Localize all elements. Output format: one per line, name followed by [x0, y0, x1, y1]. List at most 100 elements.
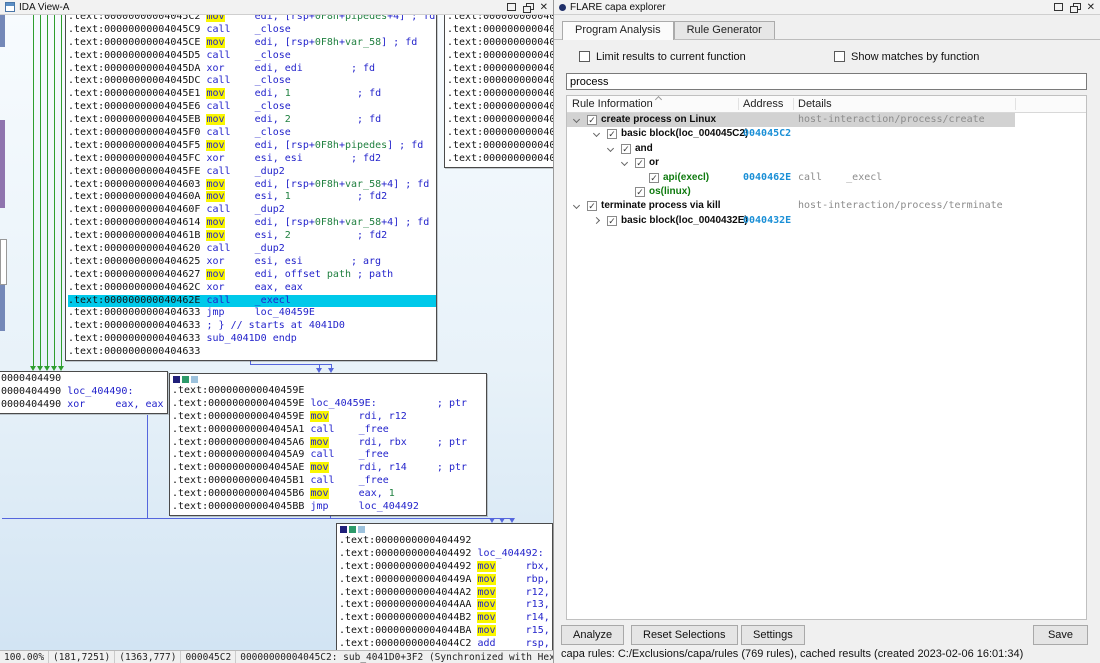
disasm-line: .text:0000000000404614 mov edi, [rsp+0F8…: [68, 217, 436, 230]
chevron-down-icon[interactable]: [573, 202, 580, 209]
analyze-button[interactable]: Analyze: [561, 625, 624, 645]
disasm-line: .text:00000000004045AE mov rdi, r14 ; pt…: [172, 462, 486, 475]
disasm-line: .text:000000000040: [447, 88, 553, 101]
basic-block-right-clipped[interactable]: .text:000000000040.text:000000000040.tex…: [444, 15, 553, 168]
disasm-line: .text:00000000004045A9 call _free: [172, 449, 486, 462]
disasm-line: .text:0000000000404492 loc_404492:: [339, 548, 552, 561]
row-checkbox-checked[interactable]: ✓: [607, 129, 617, 139]
disasm-line: .text:000000000040: [447, 153, 553, 166]
show-matches-checkbox[interactable]: [834, 51, 845, 62]
disasm-line: .text:00000000004045A1 call _free: [172, 424, 486, 437]
tree-row[interactable]: ✓basic block(loc_0040432E)0040432E: [567, 214, 1086, 228]
disasm-line: .text:00000000004044A2 mov r12,: [339, 587, 552, 600]
column-rule-information[interactable]: Rule Information: [572, 98, 653, 110]
disasm-line: .text:000000000040459E: [172, 385, 486, 398]
disasm-line: .text:0000000000404625 xor esi, esi ; ar…: [68, 256, 436, 269]
disasm-line: .text:00000000004045C9 call _close: [68, 24, 436, 37]
rule-address[interactable]: 004045C2: [743, 128, 791, 139]
disasm-line: .text:000000000040: [447, 50, 553, 63]
rule-table-header: Rule Information Address Details: [567, 96, 1086, 113]
rule-label: os(linux): [649, 186, 691, 197]
limit-results-checkbox[interactable]: [579, 51, 590, 62]
tree-row[interactable]: ✓or: [567, 156, 1086, 170]
basic-block-4045C2[interactable]: .text:00000000004045C2 mov edi, [rsp+0F8…: [65, 15, 437, 361]
ida-title: IDA View-A: [19, 2, 69, 13]
sort-ascending-icon[interactable]: [655, 96, 662, 103]
row-checkbox-checked[interactable]: ✓: [635, 158, 645, 168]
close-icon[interactable]: ✕: [1087, 3, 1095, 12]
disasm-line: .text:00000000004044BA mov r15,: [339, 625, 552, 638]
search-input[interactable]: [566, 73, 1087, 90]
offscreen-edge-fragment: [0, 285, 5, 331]
column-details[interactable]: Details: [798, 98, 832, 110]
chevron-down-icon[interactable]: [621, 159, 628, 166]
close-icon[interactable]: ✕: [540, 3, 548, 12]
chevron-down-icon[interactable]: [593, 130, 600, 137]
tree-row[interactable]: ✓api(execl)0040462Ecall _execl: [567, 171, 1086, 185]
rule-address[interactable]: 0040462E: [743, 172, 791, 183]
row-checkbox-checked[interactable]: ✓: [621, 144, 631, 154]
tree-row[interactable]: ✓ os(linux): [567, 185, 1086, 199]
maximize-icon[interactable]: [507, 3, 516, 11]
disasm-line: .text:0000000000404620 call _dup2: [68, 243, 436, 256]
disasm-line: .text:000000000040449A mov rbp,: [339, 574, 552, 587]
row-checkbox-checked[interactable]: ✓: [607, 216, 617, 226]
graph-view[interactable]: .text:00000000004045C2 mov edi, [rsp+0F8…: [0, 15, 553, 650]
rule-details: call _execl: [798, 172, 882, 183]
disasm-line: .text:0000000000404633 jmp loc_40459E: [68, 307, 436, 320]
screen: IDA View-A ✕: [0, 0, 1100, 663]
chevron-down-icon[interactable]: [607, 145, 614, 152]
disasm-line: .text:00000000004045FE call _dup2: [68, 166, 436, 179]
control-flow-edge: [147, 415, 148, 518]
tree-row[interactable]: ✓ and: [567, 142, 1086, 156]
tab-rule-generator[interactable]: Rule Generator: [674, 21, 775, 39]
disasm-line-selected: .text:000000000040462E call _execl: [68, 295, 436, 308]
disasm-line: .text:000000000040: [447, 24, 553, 37]
disasm-line: .text:00000000004045CE mov edi, [rsp+0F8…: [68, 37, 436, 50]
disasm-line: .text:000000000040460F call _dup2: [68, 204, 436, 217]
float-window-icon[interactable]: [1070, 3, 1080, 12]
disasm-line: .text:0000000000404492: [339, 535, 552, 548]
offscreen-edge-fragment: [0, 15, 5, 47]
disasm-line: .text:00000000004045F5 mov edi, [rsp+0F8…: [68, 140, 436, 153]
rule-label: terminate process via kill: [601, 200, 721, 211]
basic-block-40459E[interactable]: .text:000000000040459E.text:000000000040…: [169, 373, 487, 516]
column-divider: [738, 98, 739, 110]
disasm-line: .text:0000000000404633: [68, 346, 436, 359]
rule-label: and: [635, 143, 653, 154]
status-segment: (1363,777): [115, 651, 181, 663]
disasm-line: .text:00000000004044AA mov r13,: [339, 599, 552, 612]
status-segment: 000045C2: [181, 651, 236, 663]
float-window-icon[interactable]: [523, 3, 533, 12]
control-flow-edge: [47, 15, 48, 366]
disasm-line: .text:000000000040459E loc_40459E: ; ptr: [172, 398, 486, 411]
block-header-icons: [172, 375, 486, 385]
row-checkbox-checked[interactable]: ✓: [635, 187, 645, 197]
row-checkbox-checked[interactable]: ✓: [649, 173, 659, 183]
tree-row[interactable]: ✓create process on Linuxhost-interaction…: [567, 113, 1086, 127]
disasm-line: .text:000000000040461B mov esi, 2 ; fd2: [68, 230, 436, 243]
offscreen-edge-fragment: [0, 120, 5, 208]
control-flow-edge: [33, 15, 34, 366]
ida-view-panel: IDA View-A ✕: [0, 0, 553, 663]
rule-address[interactable]: 0040432E: [743, 215, 791, 226]
column-address[interactable]: Address: [743, 98, 783, 110]
maximize-icon[interactable]: [1054, 3, 1063, 11]
tree-row[interactable]: ✓terminate process via killhost-interact…: [567, 199, 1086, 213]
row-checkbox-checked[interactable]: ✓: [587, 201, 597, 211]
limit-results-label: Limit results to current function: [596, 51, 746, 63]
capa-title: FLARE capa explorer: [570, 2, 666, 13]
disasm-line: .text:00000000004045E6 call _close: [68, 101, 436, 114]
chevron-right-icon[interactable]: [593, 217, 600, 224]
basic-block-404490[interactable]: 00004044900000404490 loc_404490:00004044…: [0, 371, 168, 414]
reset-selections-button[interactable]: Reset Selections: [631, 625, 738, 645]
disasm-line: .text:0000000000404633 ; } // starts at …: [68, 320, 436, 333]
row-checkbox-checked[interactable]: ✓: [587, 115, 597, 125]
basic-block-404492[interactable]: .text:0000000000404492.text:000000000040…: [336, 523, 553, 650]
settings-button[interactable]: Settings: [741, 625, 805, 645]
disasm-line: .text:000000000040: [447, 37, 553, 50]
save-button[interactable]: Save: [1033, 625, 1088, 645]
column-divider: [793, 98, 794, 110]
tree-row[interactable]: ✓basic block(loc_004045C2)004045C2: [567, 127, 1086, 141]
tab-program-analysis[interactable]: Program Analysis: [562, 21, 674, 40]
